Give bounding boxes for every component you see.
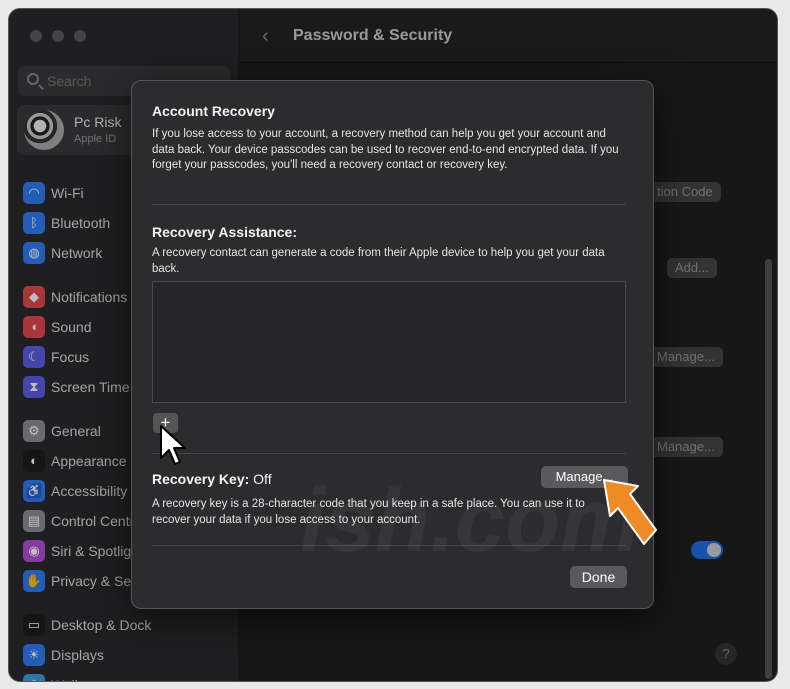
recovery-contacts-list[interactable]	[152, 281, 626, 403]
divider	[152, 204, 626, 205]
divider	[152, 453, 626, 454]
mouse-pointer-icon	[160, 425, 186, 465]
recovery-assistance-description: A recovery contact can generate a code f…	[152, 247, 605, 275]
recovery-key-label: Recovery Key:	[152, 471, 250, 487]
recovery-key-status: Recovery Key: Off	[152, 471, 272, 487]
orange-arrow-icon	[603, 479, 657, 545]
account-recovery-title: Account Recovery	[152, 103, 275, 119]
watermark: ish.com	[300, 471, 641, 571]
account-recovery-description: If you lose access to your account, a re…	[152, 128, 619, 171]
recovery-assistance-title: Recovery Assistance:	[152, 224, 298, 240]
recovery-key-value: Off	[253, 471, 272, 487]
